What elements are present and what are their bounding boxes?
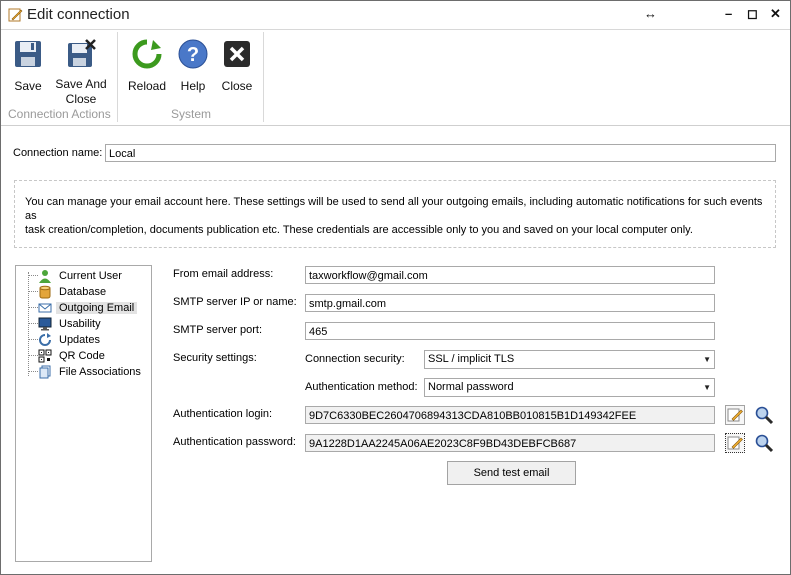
tree-item-label: Usability	[59, 317, 101, 330]
tree-connector	[28, 339, 38, 340]
tree-item-current-user[interactable]: Current User	[38, 268, 122, 283]
close-button[interactable]: Close	[219, 38, 255, 93]
ribbon-toolbar: Save Save And Close Connection Actions R…	[1, 30, 790, 126]
edit-connection-window: Edit connection ↔ – ◻ ✕ Save Save And Cl…	[0, 0, 791, 575]
tree-connector	[28, 371, 38, 372]
group-label-system: System	[171, 107, 212, 121]
magnifier-icon	[755, 406, 774, 425]
edit-login-button[interactable]	[725, 405, 745, 425]
window-title: Edit connection	[27, 6, 130, 23]
documents-icon	[39, 365, 51, 378]
tree-item-updates[interactable]: Updates	[38, 332, 100, 347]
tree-item-database[interactable]: Database	[38, 284, 106, 299]
ribbon-separator	[263, 32, 264, 122]
authentication-login-input[interactable]: 9D7C6330BEC2604706894313CDA810BB010815B1…	[305, 406, 715, 424]
help-label: Help	[180, 79, 206, 93]
save-button-label: Save	[14, 79, 42, 93]
from-email-input[interactable]: taxworkflow@gmail.com	[305, 266, 715, 284]
tree-connector	[28, 275, 38, 276]
connection-security-label: Connection security:	[305, 353, 405, 365]
tree-item-qr-code[interactable]: QR Code	[38, 348, 105, 363]
authentication-method-select[interactable]: Normal password ▼	[424, 378, 715, 397]
reload-icon	[132, 39, 162, 69]
svg-text:?: ?	[187, 44, 199, 66]
info-text-line-1: You can manage your email account here. …	[25, 196, 763, 222]
tree-connector	[28, 307, 38, 308]
save-and-close-button[interactable]: Save And Close	[53, 38, 109, 107]
authentication-password-label: Authentication password:	[173, 436, 296, 448]
close-window-button[interactable]: ✕	[770, 6, 781, 22]
tree-connector	[28, 355, 38, 356]
tree-connector	[28, 291, 38, 292]
edit-pencil-icon	[727, 408, 743, 422]
minimize-button[interactable]: –	[725, 6, 732, 21]
resize-icon[interactable]: ↔	[644, 6, 657, 21]
qr-code-icon	[38, 349, 52, 362]
tree-item-file-associations[interactable]: File Associations	[38, 364, 141, 379]
info-text: You can manage your email account here. …	[25, 195, 765, 237]
close-icon	[224, 41, 250, 67]
connection-name-label: Connection name:	[13, 147, 103, 159]
reload-button[interactable]: Reload	[127, 38, 167, 93]
tree-connector	[28, 323, 38, 324]
info-text-line-2: task creation/completion, documents publ…	[25, 224, 693, 236]
settings-tree: Current User Database Outgoing Email Usa…	[15, 265, 152, 562]
smtp-port-label: SMTP server port:	[173, 324, 263, 336]
magnifier-icon	[755, 434, 774, 453]
dropdown-arrow-icon: ▼	[703, 355, 711, 364]
user-icon	[39, 269, 51, 283]
info-box: You can manage your email account here. …	[14, 180, 776, 248]
tree-item-label: Database	[59, 285, 107, 298]
tree-item-usability[interactable]: Usability	[38, 316, 101, 331]
authentication-method-label: Authentication method:	[305, 381, 418, 393]
dropdown-arrow-icon: ▼	[703, 383, 711, 392]
help-icon: ?	[178, 39, 208, 69]
tree-item-label: Outgoing Email	[56, 301, 138, 314]
title-bar: Edit connection ↔ – ◻ ✕	[1, 1, 790, 30]
smtp-server-label: SMTP server IP or name:	[173, 296, 297, 308]
from-email-label: From email address:	[173, 268, 274, 280]
reload-label: Reload	[127, 79, 167, 93]
maximize-button[interactable]: ◻	[747, 6, 758, 22]
tree-item-label: QR Code	[59, 349, 105, 362]
authentication-method-value: Normal password	[428, 381, 514, 393]
help-button[interactable]: ? Help	[175, 38, 211, 93]
edit-password-button[interactable]	[725, 433, 745, 453]
tree-item-label: Current User	[59, 269, 122, 282]
envelope-icon	[38, 303, 52, 312]
save-and-close-icon	[68, 39, 96, 67]
tree-connector	[28, 272, 30, 376]
connection-security-value: SSL / implicit TLS	[428, 353, 515, 365]
view-password-button[interactable]	[754, 433, 774, 453]
connection-security-select[interactable]: SSL / implicit TLS ▼	[424, 350, 715, 369]
smtp-port-input[interactable]: 465	[305, 322, 715, 340]
database-icon	[39, 285, 51, 298]
edit-pencil-icon	[727, 436, 743, 450]
save-and-close-label: Save And Close	[55, 77, 107, 106]
tree-item-label: Updates	[59, 333, 100, 346]
tree-item-label: File Associations	[59, 365, 141, 378]
monitor-icon	[38, 317, 52, 330]
edit-document-icon	[8, 8, 23, 22]
close-label: Close	[221, 79, 253, 93]
authentication-password-input[interactable]: 9A1228D1AA2245A06AE2023C8F9BD43DEBFCB687	[305, 434, 715, 452]
view-login-button[interactable]	[754, 405, 774, 425]
security-settings-label: Security settings:	[173, 352, 257, 364]
group-label-connection-actions: Connection Actions	[8, 107, 111, 121]
authentication-login-label: Authentication login:	[173, 408, 273, 420]
save-icon	[15, 41, 41, 67]
send-test-email-button[interactable]: Send test email	[447, 461, 576, 485]
save-button[interactable]: Save	[9, 38, 47, 93]
connection-name-input[interactable]: Local	[105, 144, 776, 162]
tree-item-outgoing-email[interactable]: Outgoing Email	[38, 300, 138, 315]
refresh-icon	[39, 332, 51, 346]
smtp-server-input[interactable]: smtp.gmail.com	[305, 294, 715, 312]
ribbon-separator	[117, 32, 118, 122]
